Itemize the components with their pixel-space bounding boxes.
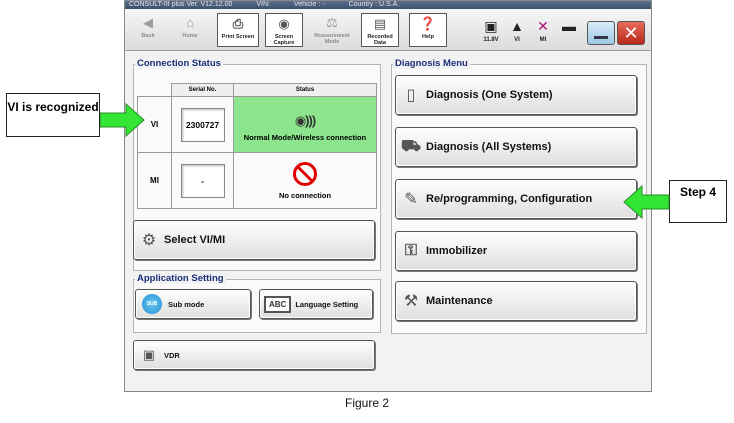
table-row-mi: MI - No connection: [137, 152, 377, 209]
diagnosis-one-system-button[interactable]: ▯ Diagnosis (One System): [395, 75, 637, 115]
step-4-arrow-icon: [623, 184, 670, 220]
title-segment: Vehicle : -: [293, 1, 325, 8]
mi-plug-indicator: ▬: [557, 15, 581, 37]
table-header-status: Status: [233, 83, 377, 97]
title-segment: Country : U.S.A.: [348, 1, 400, 8]
vdr-icon: ▣: [142, 347, 156, 362]
car-icon: ▣: [484, 18, 498, 34]
sub-mode-button[interactable]: SUB Sub mode: [135, 289, 251, 319]
help-icon: ❓: [419, 16, 437, 31]
back-arrow-icon: ◀: [143, 15, 153, 30]
maintenance-icon: ⚒: [403, 293, 419, 310]
printer-icon: ⎙: [232, 16, 244, 31]
diagnosis-all-systems-label: Diagnosis (All Systems): [426, 141, 552, 153]
connection-table: Serial No. Status VI 2300727 ◉))) Normal…: [137, 83, 377, 209]
car-scan-icon: ⛟: [400, 138, 422, 155]
vdr-button[interactable]: ▣ VDR: [133, 340, 375, 370]
table-header-row: Serial No. Status: [138, 83, 377, 97]
status-cell-mi: No connection: [233, 152, 377, 209]
vi-callout-arrow-icon: [100, 102, 145, 138]
vdr-label: VDR: [164, 350, 180, 360]
home-icon: ⌂: [186, 15, 194, 30]
mi-indicator: ✕ MI: [531, 15, 555, 43]
toolbar: ◀ Back ⌂ Home ⎙ Print Screen ◉ Screen Ca…: [125, 9, 651, 51]
immobilizer-icon: ⚿: [404, 242, 418, 259]
immobilizer-label: Immobilizer: [426, 245, 488, 257]
serial-number-vi: 2300727: [180, 107, 225, 142]
sub-mode-label: Sub mode: [168, 299, 205, 309]
connection-indicators: ▣ 11.8V ▲ VI ✕ MI ▬: [479, 15, 589, 47]
plug-icon: ▬: [562, 18, 576, 34]
maintenance-label: Maintenance: [426, 295, 493, 307]
select-vi-mi-button[interactable]: ⚙ Select VI/MI: [133, 220, 375, 260]
diagnosis-all-systems-button[interactable]: ⛟ Diagnosis (All Systems): [395, 127, 637, 167]
no-connection-icon: [293, 162, 317, 186]
select-vi-mi-label: Select VI/MI: [164, 234, 226, 246]
figure-caption: Figure 2: [344, 396, 390, 410]
home-button[interactable]: ⌂ Home: [171, 13, 209, 47]
title-segment: VIN:: [256, 1, 270, 8]
measurement-mode-button[interactable]: ⚖ Measurement Mode: [313, 13, 351, 47]
vi-recognized-callout: VI is recognized: [6, 93, 100, 137]
serial-cell-vi: 2300727: [171, 96, 234, 153]
serial-cell-mi: -: [171, 152, 234, 209]
status-text-vi: Normal Mode/Wireless connection: [243, 133, 367, 142]
application-setting-title: Application Setting: [135, 273, 226, 284]
serial-number-mi: -: [180, 163, 225, 198]
close-button[interactable]: ✕: [617, 21, 645, 45]
status-text-mi: No connection: [278, 191, 332, 200]
handheld-icon: ▯: [406, 87, 416, 104]
language-setting-button[interactable]: ABC Language Setting: [259, 289, 373, 319]
status-cell-vi: ◉))) Normal Mode/Wireless connection: [233, 96, 377, 153]
table-header-blank: [138, 84, 172, 97]
language-icon: ABC: [264, 295, 292, 313]
camera-icon: ◉: [278, 16, 290, 31]
vi-mi-devices-icon: ⚙: [141, 232, 157, 249]
vi-indicator: ▲ VI: [505, 15, 529, 43]
table-header-serial: Serial No.: [171, 83, 234, 97]
table-row-vi: VI 2300727 ◉))) Normal Mode/Wireless con…: [137, 96, 377, 153]
recorded-data-button[interactable]: ▤ Recorded Data: [361, 13, 399, 47]
language-setting-label: Language Setting: [295, 299, 359, 309]
title-bar: CONSULT-III plus Ver. V12.12.00 VIN: Veh…: [125, 1, 651, 9]
step-4-callout: Step 4: [669, 180, 727, 223]
minimize-button[interactable]: [587, 21, 615, 45]
row-label-mi: MI: [137, 152, 172, 209]
figure-stage: CONSULT-III plus Ver. V12.12.00 VIN: Veh…: [0, 0, 734, 423]
back-button[interactable]: ◀ Back: [129, 13, 167, 47]
close-icon: ✕: [623, 23, 639, 43]
wireless-icon: ◉))): [294, 113, 316, 128]
battery-voltage-indicator: ▣ 11.8V: [479, 15, 503, 43]
mi-disconnected-icon: ✕: [537, 18, 549, 34]
title-segment: CONSULT-III plus Ver. V12.12.00: [129, 1, 233, 8]
recorded-data-icon: ▤: [373, 16, 387, 31]
signal-icon: ▲: [510, 18, 524, 34]
meter-icon: ⚖: [326, 15, 338, 30]
screen-capture-button[interactable]: ◉ Screen Capture: [265, 13, 303, 47]
sub-mode-icon: SUB: [142, 294, 162, 314]
reprogramming-configuration-label: Re/programming, Configuration: [426, 193, 593, 205]
reprogramming-icon: ✎: [404, 191, 418, 208]
maintenance-button[interactable]: ⚒ Maintenance: [395, 281, 637, 321]
reprogramming-configuration-button[interactable]: ✎ Re/programming, Configuration: [395, 179, 637, 219]
diagnosis-one-system-label: Diagnosis (One System): [426, 89, 553, 101]
consult-app-window: CONSULT-III plus Ver. V12.12.00 VIN: Veh…: [124, 0, 652, 392]
connection-status-title: Connection Status: [135, 58, 223, 69]
diagnosis-menu-title: Diagnosis Menu: [393, 58, 470, 69]
print-screen-button[interactable]: ⎙ Print Screen: [217, 13, 259, 47]
help-button[interactable]: ❓ Help: [409, 13, 447, 47]
immobilizer-button[interactable]: ⚿ Immobilizer: [395, 231, 637, 271]
